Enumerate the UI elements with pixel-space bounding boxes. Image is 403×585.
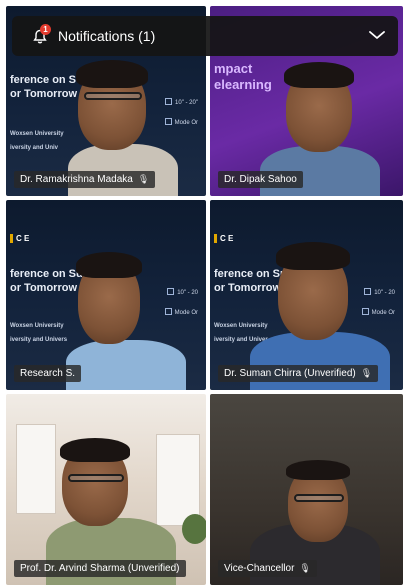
slide-mode: Mode Or	[361, 308, 395, 316]
slide-title-line: mpact	[214, 61, 253, 76]
slide-subtext: Woxsen University	[10, 131, 64, 137]
participant-name-tag: Prof. Dr. Arvind Sharma (Unverified)	[14, 560, 186, 577]
participant-name: Dr. Dipak Sahoo	[224, 174, 297, 185]
slide-subtext: iversity and Univers	[10, 337, 68, 343]
background-window	[16, 424, 56, 514]
participant-name: Research S.	[20, 368, 76, 379]
participant-name: Vice-Chancellor	[224, 563, 295, 574]
video-tile-research[interactable]: C E ference on Sus or Tomorrow Woxsen Un…	[6, 200, 206, 390]
bell-icon[interactable]: 1	[32, 24, 51, 45]
slide-title-line: or Tomorrow	[10, 88, 78, 100]
participant-name-tag: Dr. Ramakrishna Madaka 🎙	[14, 171, 156, 188]
chevron-down-icon[interactable]	[368, 28, 386, 42]
background-window	[156, 434, 200, 526]
participant-name-tag: Dr. Dipak Sahoo	[218, 171, 303, 188]
participant-name-tag: Dr. Suman Chirra (Unverified) 🎙	[218, 365, 379, 382]
slide-subtext: iversity and Univ	[10, 145, 59, 151]
notifications-banner[interactable]: 1 Notifications (1)	[12, 16, 398, 56]
notifications-label: Notifications (1)	[58, 28, 156, 44]
slide-logo: C E	[10, 234, 29, 243]
participant-name: Prof. Dr. Arvind Sharma (Unverified)	[20, 563, 180, 574]
slide-date: 10" - 20	[167, 288, 198, 296]
slide-title-line: or Tomorrow	[214, 282, 282, 294]
slide-logo: C E	[214, 234, 233, 243]
slide-title-line: elearning	[214, 77, 272, 92]
background-plant	[182, 514, 206, 544]
slide-mode: Mode Or	[164, 118, 198, 126]
slide-subtext: Woxsen University	[214, 323, 268, 329]
video-tile-vice-chancellor[interactable]: Vice-Chancellor 🎙	[210, 394, 403, 585]
slide-title-line: ference on S	[10, 74, 77, 86]
participant-name: Dr. Ramakrishna Madaka	[20, 174, 133, 185]
notification-count-badge: 1	[40, 24, 51, 35]
participant-name: Dr. Suman Chirra (Unverified)	[224, 368, 356, 379]
video-tile-arvind[interactable]: Prof. Dr. Arvind Sharma (Unverified)	[6, 394, 206, 585]
participant-name-tag: Research S.	[14, 365, 82, 382]
slide-mode: Mode Or	[164, 308, 198, 316]
video-grid: ference on S or Tomorrow Woxsen Universi…	[0, 0, 403, 585]
mic-muted-icon: 🎙	[137, 174, 150, 184]
video-tile-suman[interactable]: C E ference on Sust or Tomorrow Woxsen U…	[210, 200, 403, 390]
participant-name-tag: Vice-Chancellor 🎙	[218, 560, 317, 577]
mic-muted-icon: 🎙	[360, 368, 373, 378]
slide-date: 10" - 20"	[165, 98, 198, 106]
slide-subtext: Woxsen University	[10, 323, 64, 329]
mic-muted-icon: 🎙	[299, 563, 311, 573]
slide-date: 10" - 20	[364, 288, 395, 296]
slide-title-line: or Tomorrow	[10, 282, 78, 294]
